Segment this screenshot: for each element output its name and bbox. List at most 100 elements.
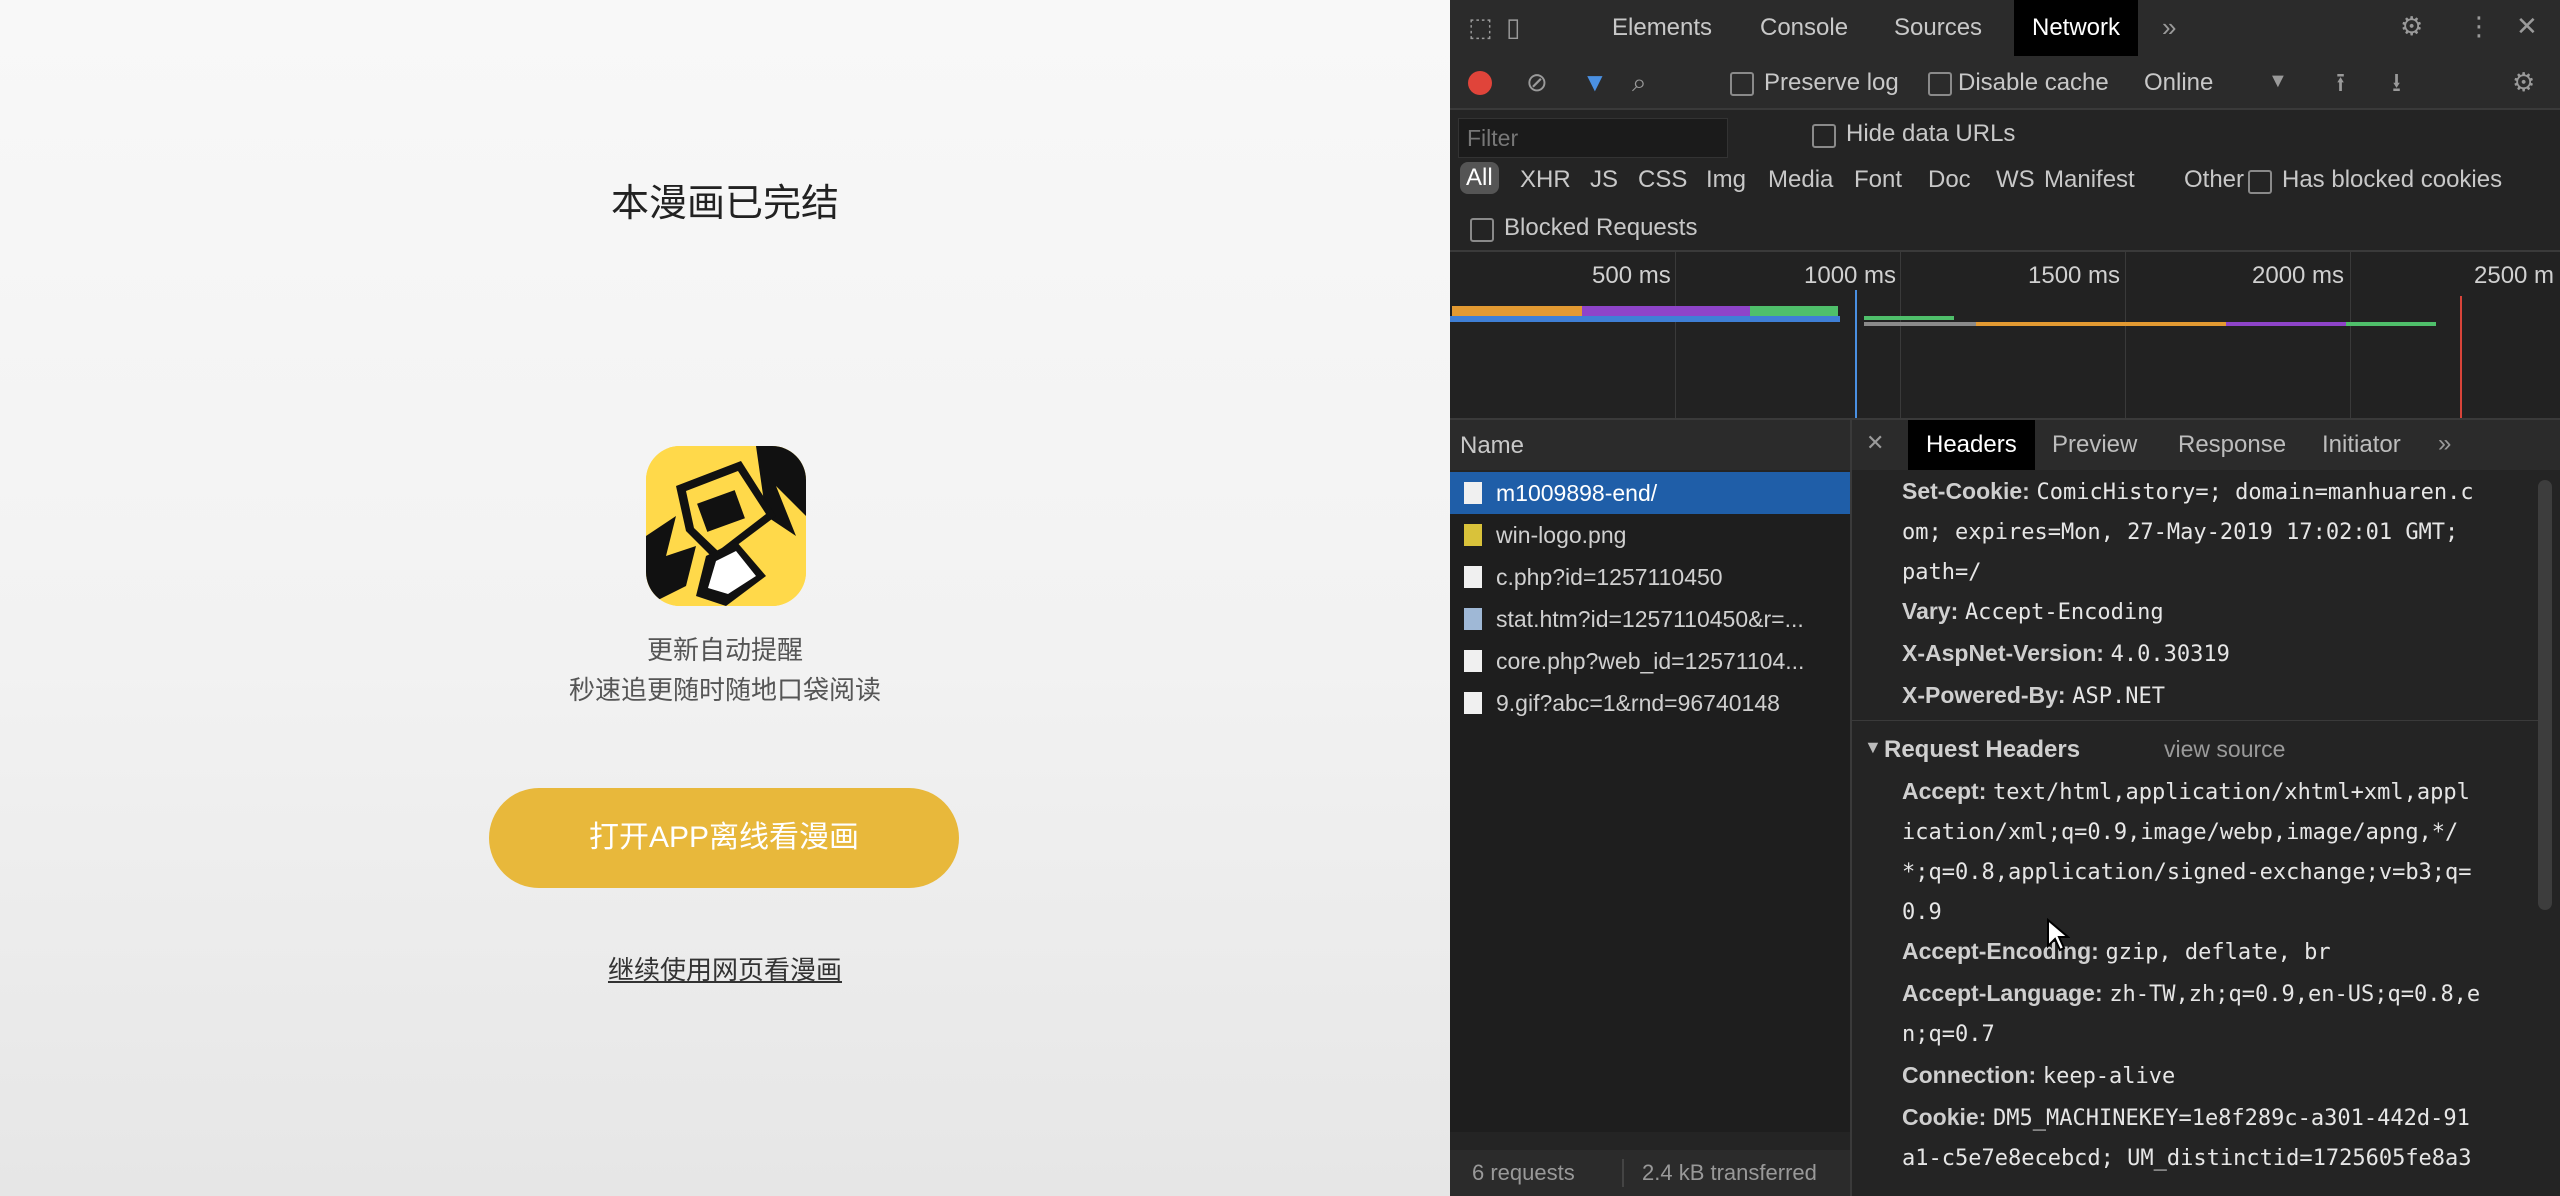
request-row[interactable]: win-logo.png: [1450, 514, 1850, 556]
request-detail-tabs: ✕ Headers Preview Response Initiator »: [1852, 420, 2560, 470]
caret-down-icon: ▼: [1864, 737, 1882, 757]
filter-type-manifest[interactable]: Manifest: [2044, 166, 2135, 194]
tab-console[interactable]: Console: [1760, 0, 1848, 56]
more-tabs-icon[interactable]: »: [2162, 14, 2176, 40]
request-row[interactable]: 9.gif?abc=1&rnd=96740148: [1450, 682, 1850, 724]
comic-logo-icon: [646, 446, 806, 606]
timing-bar: [1450, 316, 1840, 322]
filter-type-all[interactable]: All: [1460, 162, 1499, 194]
tab-headers[interactable]: Headers: [1908, 420, 2035, 470]
devtools-tabbar: ⬚ ▯ Elements Console Sources Network » ⚙…: [1450, 0, 2560, 56]
request-name: c.php?id=1257110450: [1496, 564, 1723, 590]
export-har-icon[interactable]: ⭳: [2392, 69, 2401, 95]
header-key: Accept-Language:: [1902, 980, 2103, 1006]
filter-type-media[interactable]: Media: [1768, 166, 1833, 194]
headers-scrollbar[interactable]: [2538, 480, 2552, 910]
timing-bar: [1750, 306, 1838, 316]
filter-type-doc[interactable]: Doc: [1928, 166, 1971, 194]
web-page: 本漫画已完结 更新自动提醒 秒速追更随时随地口袋阅读 打开APP离线看漫画 继续…: [0, 0, 1450, 1196]
header-value: a1-c5e7e8ecebcd; UM_distinctid=1725605fe…: [1902, 1146, 2472, 1171]
filter-icon[interactable]: ▼: [1582, 69, 1608, 95]
header-value: 0.9: [1902, 900, 1942, 925]
filter-type-css[interactable]: CSS: [1638, 166, 1687, 194]
has-blocked-cookies-checkbox[interactable]: [2248, 170, 2272, 194]
filter-input[interactable]: Filter: [1458, 118, 1728, 158]
request-name: 9.gif?abc=1&rnd=96740148: [1496, 690, 1780, 716]
filter-type-img[interactable]: Img: [1706, 166, 1746, 194]
request-name: m1009898-end/: [1496, 480, 1658, 506]
more-detail-tabs-icon[interactable]: »: [2438, 432, 2451, 456]
blocked-requests-checkbox[interactable]: [1470, 218, 1494, 242]
image-file-icon: [1464, 608, 1482, 630]
continue-web-link[interactable]: 继续使用网页看漫画: [608, 955, 842, 985]
open-app-button[interactable]: 打开APP离线看漫画: [489, 788, 959, 888]
request-name: win-logo.png: [1496, 522, 1627, 548]
request-row[interactable]: stat.htm?id=1257110450&r=...: [1450, 598, 1850, 640]
tab-elements[interactable]: Elements: [1612, 0, 1712, 56]
request-name: stat.htm?id=1257110450&r=...: [1496, 606, 1804, 632]
filter-type-js[interactable]: JS: [1590, 166, 1618, 194]
tick-label: 1500 ms: [2028, 262, 2121, 289]
request-headers-title: Request Headers: [1884, 736, 2081, 763]
request-row[interactable]: m1009898-end/: [1450, 472, 1850, 514]
request-row[interactable]: core.php?web_id=12571104...: [1450, 640, 1850, 682]
settings-gear-icon[interactable]: ⚙: [2400, 13, 2423, 39]
timing-bar: [2346, 322, 2436, 326]
filter-type-xhr[interactable]: XHR: [1520, 166, 1571, 194]
header-value: DM5_MACHINEKEY=1e8f289c-a301-442d-91: [1993, 1106, 2470, 1131]
column-name-header[interactable]: Name: [1460, 432, 1524, 460]
header-key: Cookie:: [1902, 1104, 1987, 1130]
import-har-icon[interactable]: ⭱: [2336, 69, 2345, 95]
header-value: Accept-Encoding: [1964, 600, 2164, 625]
timing-bar: [2226, 322, 2346, 326]
header-key: X-AspNet-Version:: [1902, 640, 2104, 666]
hide-data-urls-label: Hide data URLs: [1846, 120, 2016, 147]
filter-type-other[interactable]: Other: [2184, 166, 2244, 194]
filter-type-font[interactable]: Font: [1854, 166, 1902, 194]
filter-type-ws[interactable]: WS: [1996, 166, 2035, 194]
close-detail-icon[interactable]: ✕: [1866, 432, 1884, 454]
promo-line-2: 秒速追更随时随地口袋阅读: [568, 675, 881, 705]
tab-sources[interactable]: Sources: [1894, 0, 1982, 56]
record-icon[interactable]: [1468, 71, 1492, 95]
close-icon[interactable]: ✕: [2516, 13, 2538, 39]
tab-preview[interactable]: Preview: [2052, 420, 2137, 470]
hide-data-urls-checkbox[interactable]: [1812, 124, 1836, 148]
header-value: 4.0.30319: [2110, 642, 2230, 667]
tick-label: 2000 ms: [2252, 262, 2345, 289]
inspect-element-icon[interactable]: ⬚: [1468, 14, 1493, 40]
tab-initiator[interactable]: Initiator: [2322, 420, 2401, 470]
throttling-select[interactable]: Online: [2144, 69, 2213, 97]
request-count: 6 requests: [1472, 1160, 1575, 1185]
disable-cache-label: Disable cache: [1958, 69, 2109, 96]
filter-bar: Filter Hide data URLs All XHR JS CSS Img…: [1450, 110, 2560, 250]
header-key: Connection:: [1902, 1062, 2037, 1088]
preserve-log-label: Preserve log: [1764, 69, 1899, 96]
tick-label: 1000 ms: [1804, 262, 1897, 289]
devtools-panel: ⬚ ▯ Elements Console Sources Network » ⚙…: [1450, 0, 2560, 1196]
device-toolbar-icon[interactable]: ▯: [1506, 14, 1520, 40]
tick-label: 2500 m: [2474, 262, 2555, 289]
kebab-menu-icon[interactable]: ⋮: [2466, 13, 2492, 39]
request-row[interactable]: c.php?id=1257110450: [1450, 556, 1850, 598]
search-icon[interactable]: ⌕: [1632, 69, 1647, 95]
header-value: n;q=0.7: [1902, 1022, 1995, 1047]
view-source-link[interactable]: view source: [2164, 736, 2285, 763]
disable-cache-checkbox[interactable]: [1928, 72, 1952, 96]
timeline-overview[interactable]: 500 ms 1000 ms 1500 ms 2000 ms 2500 m: [1450, 252, 2560, 418]
image-file-icon: [1464, 524, 1482, 546]
clear-icon[interactable]: ⊘: [1526, 69, 1548, 95]
document-icon: [1464, 566, 1482, 588]
header-value: om; expires=Mon, 27-May-2019 17:02:01 GM…: [1902, 520, 2459, 545]
header-value: zh-TW,zh;q=0.9,en-US;q=0.8,e: [2109, 982, 2481, 1007]
chevron-down-icon[interactable]: ▼: [2268, 71, 2288, 91]
network-settings-gear-icon[interactable]: ⚙: [2512, 69, 2535, 95]
request-headers-section-header[interactable]: ▼ Request Headers view source: [1864, 730, 2544, 770]
timing-bar: [1452, 306, 1582, 316]
preserve-log-checkbox[interactable]: [1730, 72, 1754, 96]
tab-network[interactable]: Network: [2014, 0, 2139, 56]
requests-list: m1009898-end/ win-logo.png c.php?id=1257…: [1450, 472, 1850, 1132]
tab-response[interactable]: Response: [2178, 420, 2286, 470]
header-value: path=/: [1902, 560, 1982, 585]
promo-line-1: 更新自动提醒: [646, 635, 803, 665]
